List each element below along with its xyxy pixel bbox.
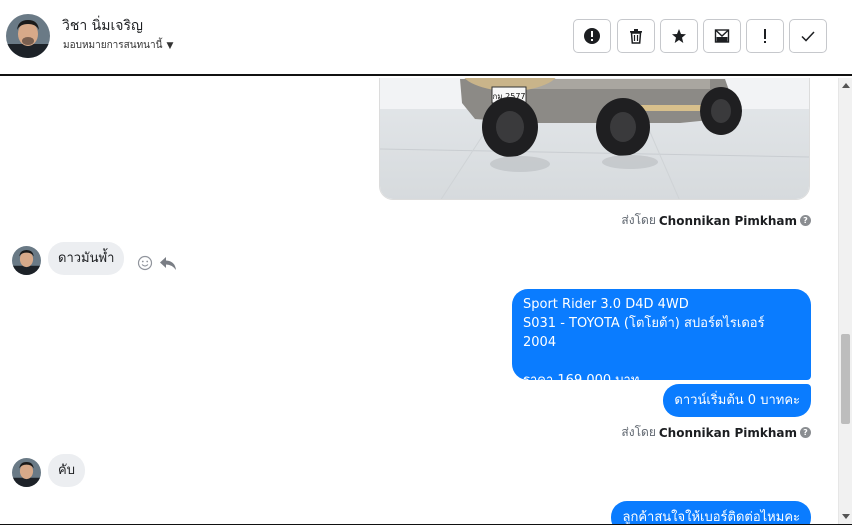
scroll-up-arrow-icon[interactable] — [842, 83, 850, 88]
assign-label: มอบหมายการสนทนานี้ — [63, 40, 163, 51]
message-list[interactable]: กม 2577 ส่งโดย Chonnikan Pimkham ? ดาวมั… — [0, 78, 852, 524]
spam-button[interactable] — [746, 19, 784, 53]
alert-circle-icon — [583, 27, 601, 45]
outgoing-message[interactable]: ลูกค้าสนใจให้เบอร์ติดต่อไหมคะ — [611, 501, 811, 524]
alert-button[interactable] — [573, 19, 611, 53]
sender-name: Chonnikan Pimkham — [658, 425, 797, 440]
listing-spacer — [523, 352, 800, 371]
outgoing-car-listing-message[interactable]: Sport Rider 3.0 D4D 4WD S031 - TOYOTA (โ… — [512, 289, 811, 388]
listing-title: S031 - TOYOTA (โตโยต้า) สปอร์ตไรเดอร์ 20… — [523, 316, 765, 350]
message-actions — [137, 255, 177, 275]
contact-name: วิชา นิ่มเจริญ — [62, 18, 143, 34]
exclamation-icon — [762, 28, 768, 44]
help-icon[interactable]: ? — [800, 215, 811, 226]
car-photo-attachment[interactable]: กม 2577 — [379, 78, 810, 200]
mark-done-button[interactable] — [789, 19, 827, 53]
sent-by-prefix: ส่งโดย — [621, 213, 656, 227]
outgoing-message[interactable]: ดาวน์เริ่มต้น 0 บาทคะ — [663, 384, 811, 417]
help-icon[interactable]: ? — [800, 427, 811, 438]
delete-button[interactable] — [617, 19, 655, 53]
reply-icon[interactable] — [159, 255, 177, 275]
message-scrollbar[interactable] — [838, 78, 852, 524]
sender-name: Chonnikan Pimkham — [658, 213, 797, 228]
contact-avatar-small[interactable] — [12, 458, 41, 487]
contact-avatar-small[interactable] — [12, 246, 41, 275]
incoming-message[interactable]: คับ — [48, 454, 85, 487]
mail-unread-icon — [714, 28, 730, 44]
mark-unread-button[interactable] — [703, 19, 741, 53]
scrollbar-thumb[interactable] — [841, 334, 850, 424]
assign-conversation-dropdown[interactable]: มอบหมายการสนทนานี้ ▼ — [63, 38, 173, 53]
star-button[interactable] — [660, 19, 698, 53]
contact-avatar[interactable] — [6, 14, 50, 58]
divider — [0, 524, 852, 528]
sent-by-prefix: ส่งโดย — [621, 425, 656, 439]
listing-model: Sport Rider 3.0 D4D 4WD — [523, 297, 689, 312]
star-icon — [671, 28, 687, 44]
sent-by-label: ส่งโดย Chonnikan Pimkham ? — [621, 211, 811, 230]
trash-icon — [628, 28, 644, 44]
scroll-down-arrow-icon[interactable] — [842, 514, 850, 519]
conversation-header: วิชา นิ่มเจริญ มอบหมายการสนทนานี้ ▼ — [0, 0, 852, 76]
check-icon — [800, 28, 816, 44]
caret-down-icon: ▼ — [166, 40, 174, 51]
emoji-react-icon[interactable] — [137, 255, 153, 275]
messenger-conversation: วิชา นิ่มเจริญ มอบหมายการสนทนานี้ ▼ กม 2… — [0, 0, 852, 528]
incoming-message[interactable]: ดาวมันพ้ำ — [48, 242, 125, 275]
sent-by-label: ส่งโดย Chonnikan Pimkham ? — [621, 423, 811, 442]
